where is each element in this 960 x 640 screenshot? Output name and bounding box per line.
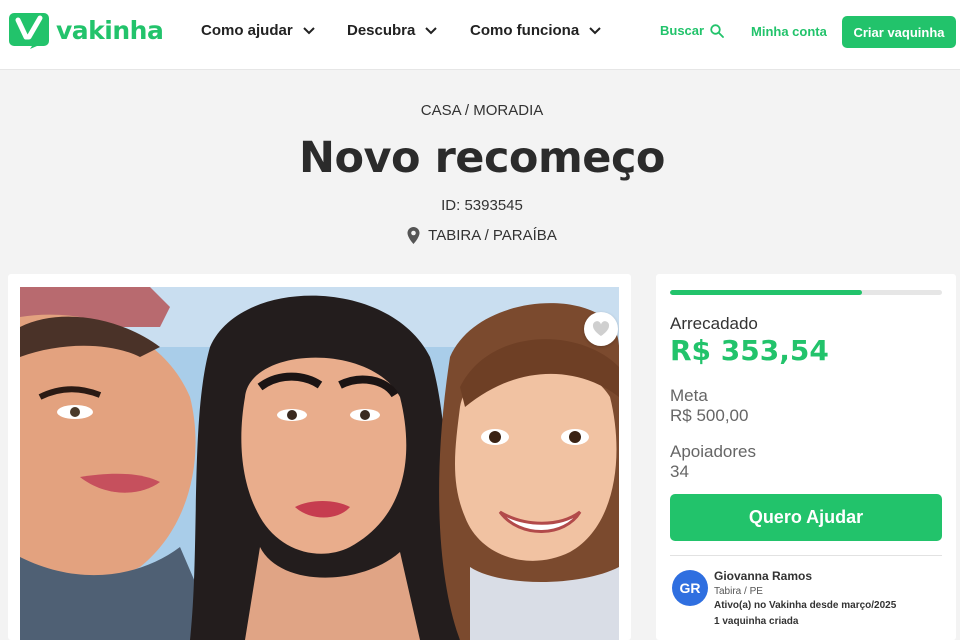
campaign-image <box>20 287 619 640</box>
donation-summary-card: Arrecadado R$ 353,54 Meta R$ 500,00 Apoi… <box>656 274 956 640</box>
supporters-count: 34 <box>670 462 689 481</box>
map-pin-icon <box>407 227 420 244</box>
campaign-location: TABIRA / PARAÍBA <box>0 227 960 244</box>
avatar[interactable]: GR <box>672 570 708 606</box>
favorite-button[interactable] <box>584 312 618 346</box>
chevron-down-icon <box>302 26 315 34</box>
nav-label: Como ajudar <box>201 22 293 39</box>
chevron-down-icon <box>425 26 438 34</box>
campaign-id: ID: 5393545 <box>441 197 523 214</box>
campaign-media-card <box>8 274 631 640</box>
search-icon <box>710 23 724 38</box>
divider <box>670 555 942 556</box>
organizer-active-since: Ativo(a) no Vakinha desde março/2025 <box>714 600 897 611</box>
progress-bar-fill <box>670 290 863 295</box>
campaign-category: CASA / MORADIA <box>420 102 544 119</box>
nav-descubra[interactable]: Descubra <box>347 22 438 39</box>
goal-amount: R$ 500,00 <box>670 406 749 425</box>
search-link[interactable]: Buscar <box>660 23 724 38</box>
progress-bar <box>670 290 942 295</box>
location-text: TABIRA / PARAÍBA <box>428 227 557 244</box>
logo-wordmark: vakinha <box>56 15 164 45</box>
family-illustration <box>20 287 619 640</box>
logo-icon <box>9 13 49 49</box>
nav-como-ajudar[interactable]: Como ajudar <box>201 22 315 39</box>
nav-label: Descubra <box>347 22 416 39</box>
nav-label: Como funciona <box>470 22 580 39</box>
supporters-label: Apoiadores <box>670 442 757 461</box>
heart-icon <box>592 321 610 336</box>
raised-amount: R$ 353,54 <box>670 334 829 367</box>
site-header: vakinha Como ajudar Descubra Como funcio… <box>0 0 960 70</box>
create-campaign-button[interactable]: Criar vaquinha <box>842 16 956 48</box>
search-label: Buscar <box>660 23 705 38</box>
nav-como-funciona[interactable]: Como funciona <box>470 22 601 39</box>
page-title: Novo recomeço <box>299 133 665 183</box>
vakinha-logo[interactable]: vakinha <box>8 11 164 49</box>
raised-label: Arrecadado <box>670 314 758 333</box>
goal-label: Meta <box>670 386 708 405</box>
organizer-name[interactable]: Giovanna Ramos <box>714 569 812 583</box>
my-account-link[interactable]: Minha conta <box>751 24 827 39</box>
organizer-campaign-count: 1 vaquinha criada <box>714 616 799 627</box>
organizer-location: Tabira / PE <box>714 586 763 597</box>
donate-button[interactable]: Quero Ajudar <box>670 494 942 541</box>
chevron-down-icon <box>589 26 601 34</box>
